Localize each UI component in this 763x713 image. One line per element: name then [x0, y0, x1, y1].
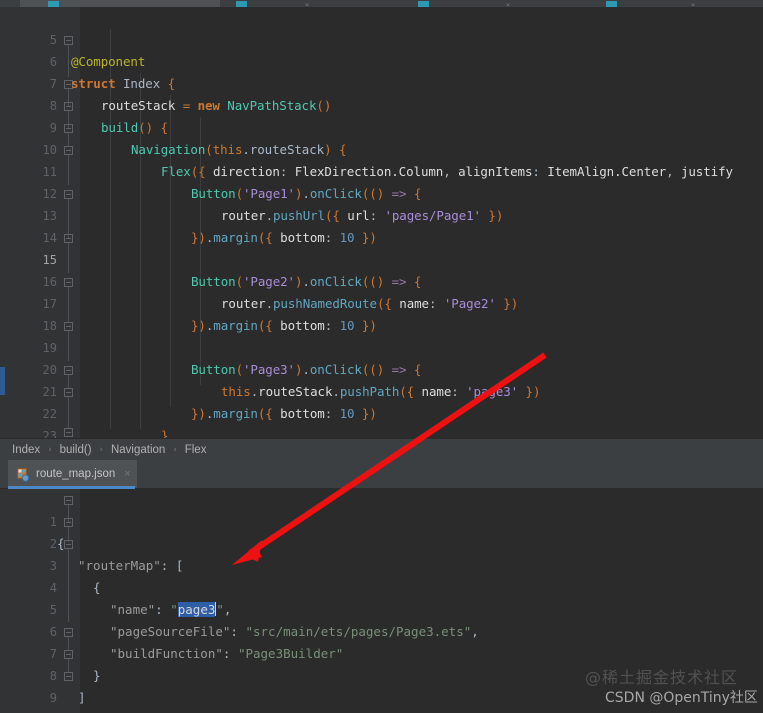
breadcrumb-item-index[interactable]: Index — [12, 444, 40, 456]
top-tab-label-1 — [251, 0, 301, 7]
code-line[interactable]: 14 — [0, 205, 763, 245]
top-tab-label-0 — [63, 0, 173, 7]
chevron-right-icon: › — [98, 444, 104, 455]
code-line[interactable]: 15 Button('Page2').onClick(() => { — [0, 227, 763, 289]
tab-label: route_map.json — [36, 468, 116, 480]
code-line[interactable]: 6 struct Index { — [0, 29, 763, 91]
code-line[interactable]: 17 }).margin({ bottom: 10 }) — [0, 271, 763, 333]
code-line[interactable]: 23 .width('100%').height('100%') — [0, 403, 763, 438]
json-line[interactable]: 6 "buildFunction": "Page3Builder" — [0, 599, 763, 661]
code-editor-ets[interactable]: 5 @Component 6 struct Index { 7 routeSta… — [0, 7, 763, 438]
json-line[interactable]: 7 } — [0, 621, 763, 683]
code-line[interactable]: 21 }).margin({ bottom: 10 }) — [0, 359, 763, 421]
top-tab-label-3 — [621, 0, 676, 7]
code-line[interactable]: 18 — [0, 293, 763, 333]
chevron-right-icon: › — [172, 444, 178, 455]
json-file-icon — [17, 467, 30, 482]
editor-tab-bar[interactable]: route_map.json × — [0, 460, 763, 489]
tab-route-map-json[interactable]: route_map.json × — [8, 460, 137, 488]
json-line[interactable]: 4 "name": "page3", — [0, 555, 763, 617]
json-line[interactable]: 3 { — [0, 533, 763, 595]
code-line[interactable]: 22 } — [0, 381, 763, 438]
code-line[interactable]: 7 routeStack = new NavPathStack() — [0, 51, 763, 113]
code-line[interactable]: 24 } — [0, 425, 763, 438]
breadcrumb-item-build[interactable]: build() — [60, 444, 92, 456]
watermark-csdn: CSDN @OpenTiny社区 — [605, 690, 758, 706]
code-line[interactable]: 8 build() { — [0, 73, 763, 135]
code-line[interactable]: 16 router.pushNamedRoute({ name: 'Page2'… — [0, 249, 763, 311]
close-icon[interactable]: × — [124, 468, 130, 480]
json-line[interactable]: 1 { — [0, 489, 763, 551]
code-line[interactable]: 10 Flex({ direction: FlexDirection.Colum… — [0, 117, 763, 179]
breadcrumb[interactable]: Index › build() › Navigation › Flex — [0, 438, 763, 460]
top-tab-strip[interactable]: × × × — [0, 0, 763, 7]
code-line[interactable]: 5 @Component — [0, 7, 763, 69]
watermark-juejin: @稀土掘金技术社区 — [585, 668, 739, 687]
code-line[interactable]: 9 Navigation(this.routeStack) { — [0, 95, 763, 157]
code-line[interactable]: 20 this.routeStack.pushPath({ name: 'pag… — [0, 337, 763, 399]
code-line[interactable]: 19 Button('Page3').onClick(() => { — [0, 315, 763, 377]
json-line[interactable]: 5 "pageSourceFile": "src/main/ets/pages/… — [0, 577, 763, 639]
line-number: 9 — [49, 691, 57, 705]
breadcrumb-item-flex[interactable]: Flex — [185, 444, 207, 456]
chevron-right-icon: › — [47, 444, 53, 455]
code-line[interactable]: 13 }).margin({ bottom: 10 }) — [0, 183, 763, 245]
code-line[interactable]: 12 router.pushUrl({ url: 'pages/Page1' }… — [0, 161, 763, 223]
breadcrumb-item-navigation[interactable]: Navigation — [111, 444, 165, 456]
top-tab-label-2 — [433, 0, 488, 7]
json-line[interactable]: 8 ] — [0, 643, 763, 705]
code-line[interactable]: 11 Button('Page1').onClick(() => { — [0, 139, 763, 201]
json-line[interactable]: 2 "routerMap": [ — [0, 511, 763, 573]
